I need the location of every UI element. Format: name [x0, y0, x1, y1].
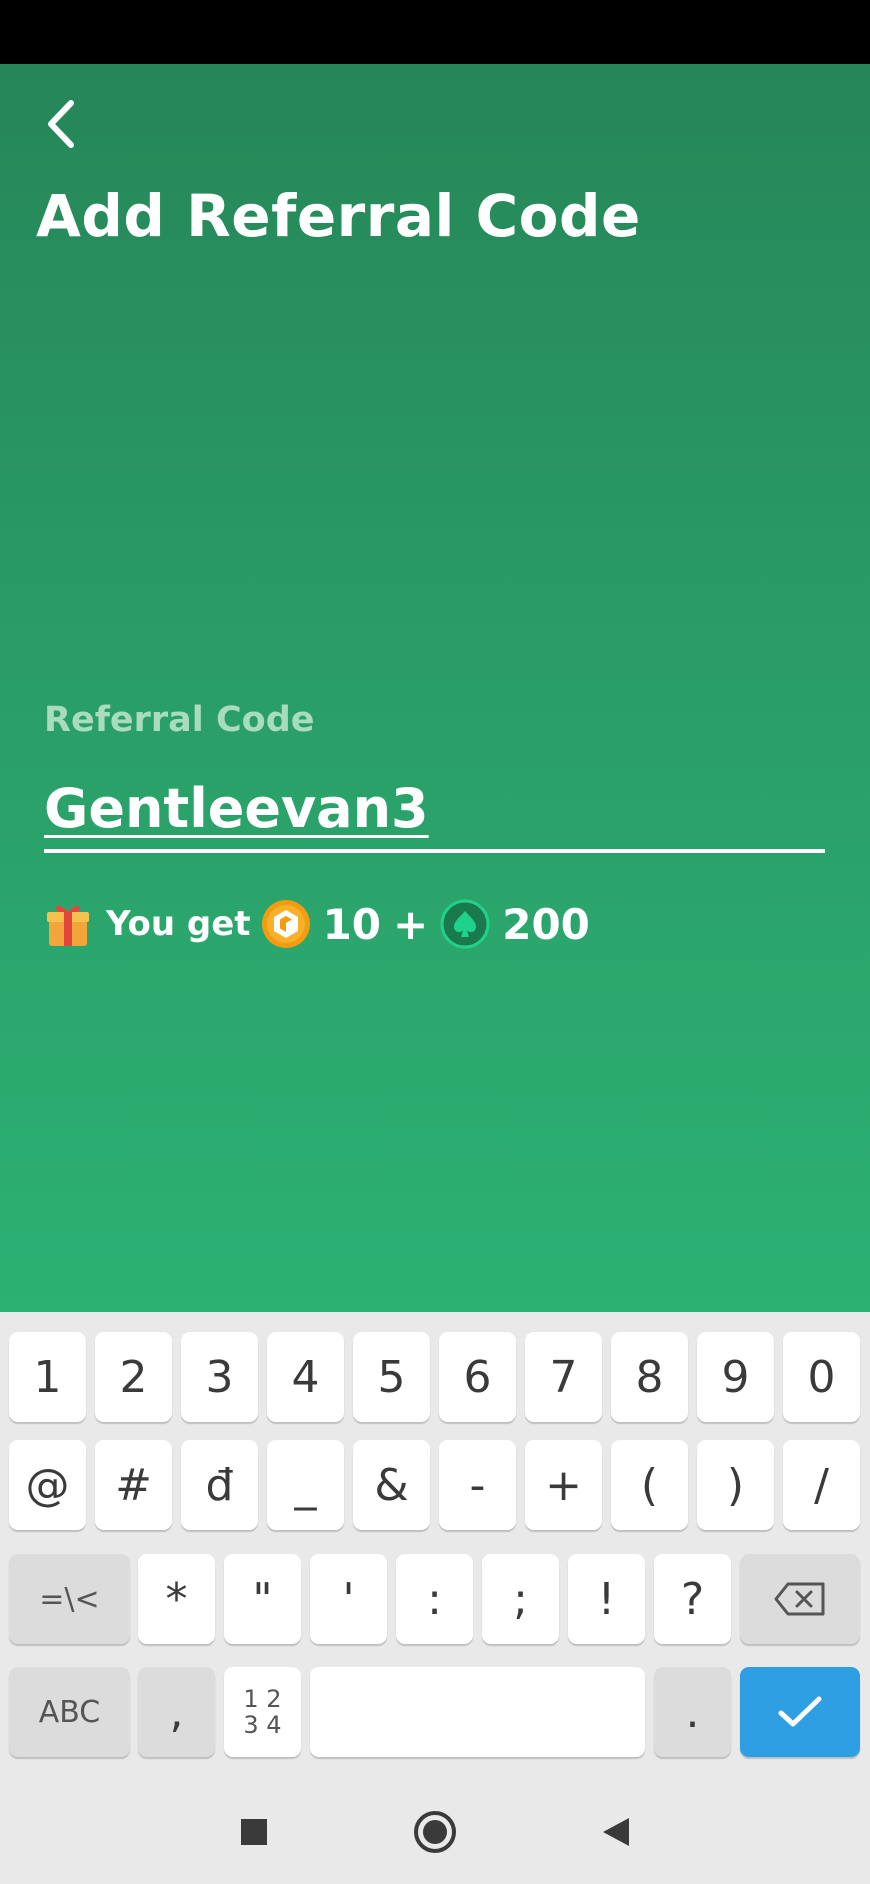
back-nav-button[interactable] — [590, 1806, 642, 1858]
key-asterisk[interactable]: * — [138, 1554, 215, 1644]
key-minus[interactable]: - — [439, 1440, 516, 1530]
recents-button[interactable] — [228, 1806, 280, 1858]
gift-icon — [47, 905, 89, 946]
key-0[interactable]: 0 — [783, 1332, 860, 1422]
square-icon — [241, 1819, 267, 1845]
backspace-icon — [774, 1582, 825, 1616]
key-semicolon[interactable]: ; — [482, 1554, 559, 1644]
coin-amount: 10 — [322, 899, 382, 949]
backspace-key[interactable] — [740, 1554, 860, 1644]
key-close-paren[interactable]: ) — [697, 1440, 774, 1530]
key-slash[interactable]: / — [783, 1440, 860, 1530]
space-key[interactable] — [310, 1667, 645, 1757]
page-title: Add Referral Code — [36, 182, 641, 250]
done-key[interactable] — [740, 1667, 860, 1757]
numpad-key[interactable]: 1 2 3 4 — [224, 1667, 301, 1757]
key-7[interactable]: 7 — [525, 1332, 602, 1422]
abc-key[interactable]: ABC — [9, 1667, 130, 1757]
key-open-paren[interactable]: ( — [611, 1440, 688, 1530]
key-4[interactable]: 4 — [267, 1332, 344, 1422]
reward-text: You get — [106, 904, 251, 944]
key-2[interactable]: 2 — [95, 1332, 172, 1422]
home-button[interactable] — [409, 1806, 461, 1858]
circle-icon — [414, 1811, 456, 1853]
referral-screen: Add Referral Code Referral Code You get … — [0, 64, 870, 1312]
key-period[interactable]: . — [654, 1667, 731, 1757]
key-9[interactable]: 9 — [697, 1332, 774, 1422]
key-plus[interactable]: + — [525, 1440, 602, 1530]
key-3[interactable]: 3 — [181, 1332, 258, 1422]
key-underscore[interactable]: _ — [267, 1440, 344, 1530]
referral-code-label: Referral Code — [44, 700, 315, 740]
key-hash[interactable]: # — [95, 1440, 172, 1530]
plus-sign: + — [393, 899, 429, 949]
key-at[interactable]: @ — [9, 1440, 86, 1530]
key-1[interactable]: 1 — [9, 1332, 86, 1422]
checkmark-icon — [778, 1696, 822, 1727]
input-underline — [44, 849, 825, 853]
chip-amount: 200 — [502, 899, 590, 949]
reward-info: You get 10 + 200 — [44, 894, 590, 954]
system-nav-bar — [0, 1780, 870, 1884]
symbols-toggle-key[interactable]: =\< — [9, 1554, 130, 1644]
key-ampersand[interactable]: & — [353, 1440, 430, 1530]
key-single-quote[interactable]: ' — [310, 1554, 387, 1644]
referral-code-input[interactable] — [44, 764, 824, 852]
status-bar — [0, 0, 870, 64]
on-screen-keyboard: 1 2 3 4 5 6 7 8 9 0 @ # đ _ & - + ( ) / … — [0, 1312, 870, 1780]
chevron-left-icon — [48, 100, 74, 148]
key-5[interactable]: 5 — [353, 1332, 430, 1422]
chip-icon — [440, 899, 490, 949]
key-comma[interactable]: , — [138, 1667, 215, 1757]
triangle-back-icon — [603, 1818, 629, 1846]
key-double-quote[interactable]: " — [224, 1554, 301, 1644]
key-question[interactable]: ? — [654, 1554, 731, 1644]
coin-icon — [261, 899, 311, 949]
back-button[interactable] — [30, 94, 90, 154]
key-6[interactable]: 6 — [439, 1332, 516, 1422]
key-dong[interactable]: đ — [181, 1440, 258, 1530]
key-colon[interactable]: : — [396, 1554, 473, 1644]
key-8[interactable]: 8 — [611, 1332, 688, 1422]
key-exclamation[interactable]: ! — [568, 1554, 645, 1644]
